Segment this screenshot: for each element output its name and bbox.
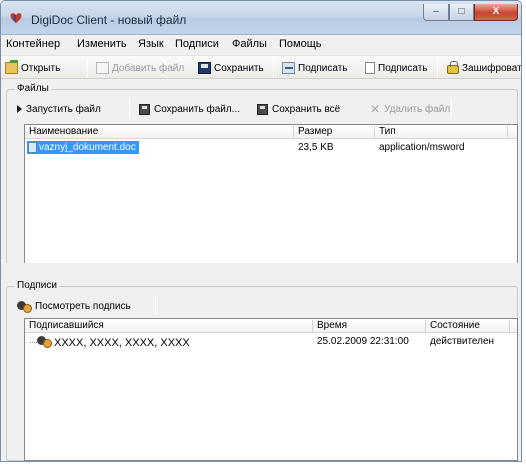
play-icon bbox=[17, 105, 22, 113]
save-all-icon bbox=[257, 103, 268, 115]
column-status[interactable]: Состояние bbox=[426, 320, 510, 333]
window-title: DigiDoc Client - новый файл bbox=[31, 13, 187, 27]
title-bar[interactable]: DigiDoc Client - новый файл – □ X bbox=[1, 1, 521, 35]
toolbar-separator bbox=[451, 99, 452, 117]
sign-document-icon bbox=[365, 62, 375, 74]
save-button[interactable]: Сохранить bbox=[198, 60, 264, 76]
sign-label: Подписать bbox=[378, 62, 428, 74]
files-list-header: Наименование Размер Тип bbox=[25, 125, 517, 139]
main-toolbar: Открыть Добавить файл Сохранить Подписат… bbox=[1, 55, 521, 79]
toolbar-separator bbox=[155, 296, 156, 314]
column-time[interactable]: Время bbox=[313, 320, 426, 333]
menu-help[interactable]: Помощь bbox=[279, 38, 322, 50]
signer-name: XXXX, XXXX, XXXX, XXXX bbox=[54, 337, 190, 349]
sign-card-label: Подписать bbox=[298, 62, 348, 74]
signature-status: действителен bbox=[430, 336, 495, 347]
app-logo-icon bbox=[10, 13, 22, 23]
signature-row[interactable]: XXXX, XXXX, XXXX, XXXX bbox=[25, 335, 313, 349]
run-file-label: Запустить файл bbox=[26, 103, 101, 115]
menu-language[interactable]: Язык bbox=[138, 38, 164, 50]
tree-connector bbox=[30, 342, 37, 343]
column-type[interactable]: Тип bbox=[375, 126, 508, 139]
toolbar-separator bbox=[437, 59, 438, 77]
view-signature-icon bbox=[17, 300, 32, 313]
column-name[interactable]: Наименование bbox=[25, 126, 294, 139]
run-file-button[interactable]: Запустить файл bbox=[17, 101, 101, 117]
add-file-icon bbox=[96, 62, 109, 74]
maximize-button[interactable]: □ bbox=[449, 4, 474, 21]
splitter[interactable] bbox=[1, 263, 521, 267]
encrypt-label: Зашифроват bbox=[462, 62, 522, 74]
add-file-button[interactable]: Добавить файл bbox=[96, 60, 184, 76]
toolbar-separator bbox=[273, 59, 274, 77]
menu-edit[interactable]: Изменить bbox=[77, 38, 127, 50]
id-card-icon bbox=[282, 62, 295, 74]
view-signature-button[interactable]: Посмотреть подпись bbox=[17, 298, 131, 314]
signatures-list[interactable]: Подписавшийся Время Состояние XXXX, XXXX… bbox=[24, 318, 518, 461]
view-signature-label: Посмотреть подпись bbox=[35, 300, 131, 312]
save-file-label: Сохранить файл... bbox=[154, 103, 241, 115]
files-toolbar: Запустить файл Сохранить файл... Сохрани… bbox=[17, 98, 512, 120]
signatures-group-title: Подписи bbox=[15, 280, 59, 291]
files-list[interactable]: Наименование Размер Тип vaznyj_dokument.… bbox=[24, 124, 518, 264]
open-folder-icon bbox=[5, 60, 18, 74]
lock-icon bbox=[447, 61, 459, 74]
files-group-title: Файлы bbox=[15, 83, 51, 94]
minimize-button[interactable]: – bbox=[423, 4, 449, 21]
save-all-button[interactable]: Сохранить всё bbox=[257, 101, 340, 117]
menu-signatures[interactable]: Подписи bbox=[175, 38, 219, 50]
toolbar-separator bbox=[87, 59, 88, 77]
column-signer[interactable]: Подписавшийся bbox=[25, 320, 313, 333]
encrypt-button[interactable]: Зашифроват bbox=[447, 60, 522, 76]
toolbar-separator bbox=[129, 99, 130, 117]
signatures-group: Подписи Посмотреть подпись Подписавшийся… bbox=[6, 280, 518, 461]
open-button[interactable]: Открыть bbox=[5, 60, 60, 76]
column-size[interactable]: Размер bbox=[294, 126, 375, 139]
files-group: Файлы Запустить файл Сохранить файл... С… bbox=[6, 83, 518, 265]
file-row-name[interactable]: vaznyj_dokument.doc bbox=[27, 141, 139, 154]
add-file-label: Добавить файл bbox=[112, 62, 185, 74]
file-name: vaznyj_dokument.doc bbox=[39, 142, 136, 153]
sign-card-button[interactable]: Подписать bbox=[282, 60, 348, 76]
open-label: Открыть bbox=[21, 62, 61, 74]
save-all-label: Сохранить всё bbox=[272, 103, 341, 115]
signer-icon bbox=[37, 335, 52, 348]
save-file-icon bbox=[139, 103, 150, 115]
save-disk-icon bbox=[198, 62, 211, 74]
sign-button[interactable]: Подписать bbox=[365, 60, 428, 76]
signatures-toolbar: Посмотреть подпись bbox=[17, 295, 512, 317]
save-file-button[interactable]: Сохранить файл... bbox=[139, 101, 240, 117]
menu-files[interactable]: Файлы bbox=[232, 38, 267, 50]
close-button[interactable]: X bbox=[474, 4, 518, 21]
delete-file-label: Удалить файл bbox=[384, 103, 451, 115]
menu-container[interactable]: Контейнер bbox=[6, 38, 60, 50]
word-document-icon bbox=[28, 142, 37, 153]
app-window: DigiDoc Client - новый файл – □ X Контей… bbox=[0, 0, 522, 462]
delete-file-button[interactable]: ✕ Удалить файл bbox=[370, 101, 450, 117]
signature-time: 25.02.2009 22:31:00 bbox=[317, 336, 409, 347]
delete-x-icon: ✕ bbox=[370, 102, 381, 116]
file-size: 23,5 KB bbox=[298, 142, 334, 153]
signatures-list-header: Подписавшийся Время Состояние bbox=[25, 319, 517, 333]
file-type: application/msword bbox=[379, 142, 465, 153]
save-label: Сохранить bbox=[214, 62, 264, 74]
menu-bar: Контейнер Изменить Язык Подписи Файлы По… bbox=[1, 36, 521, 53]
